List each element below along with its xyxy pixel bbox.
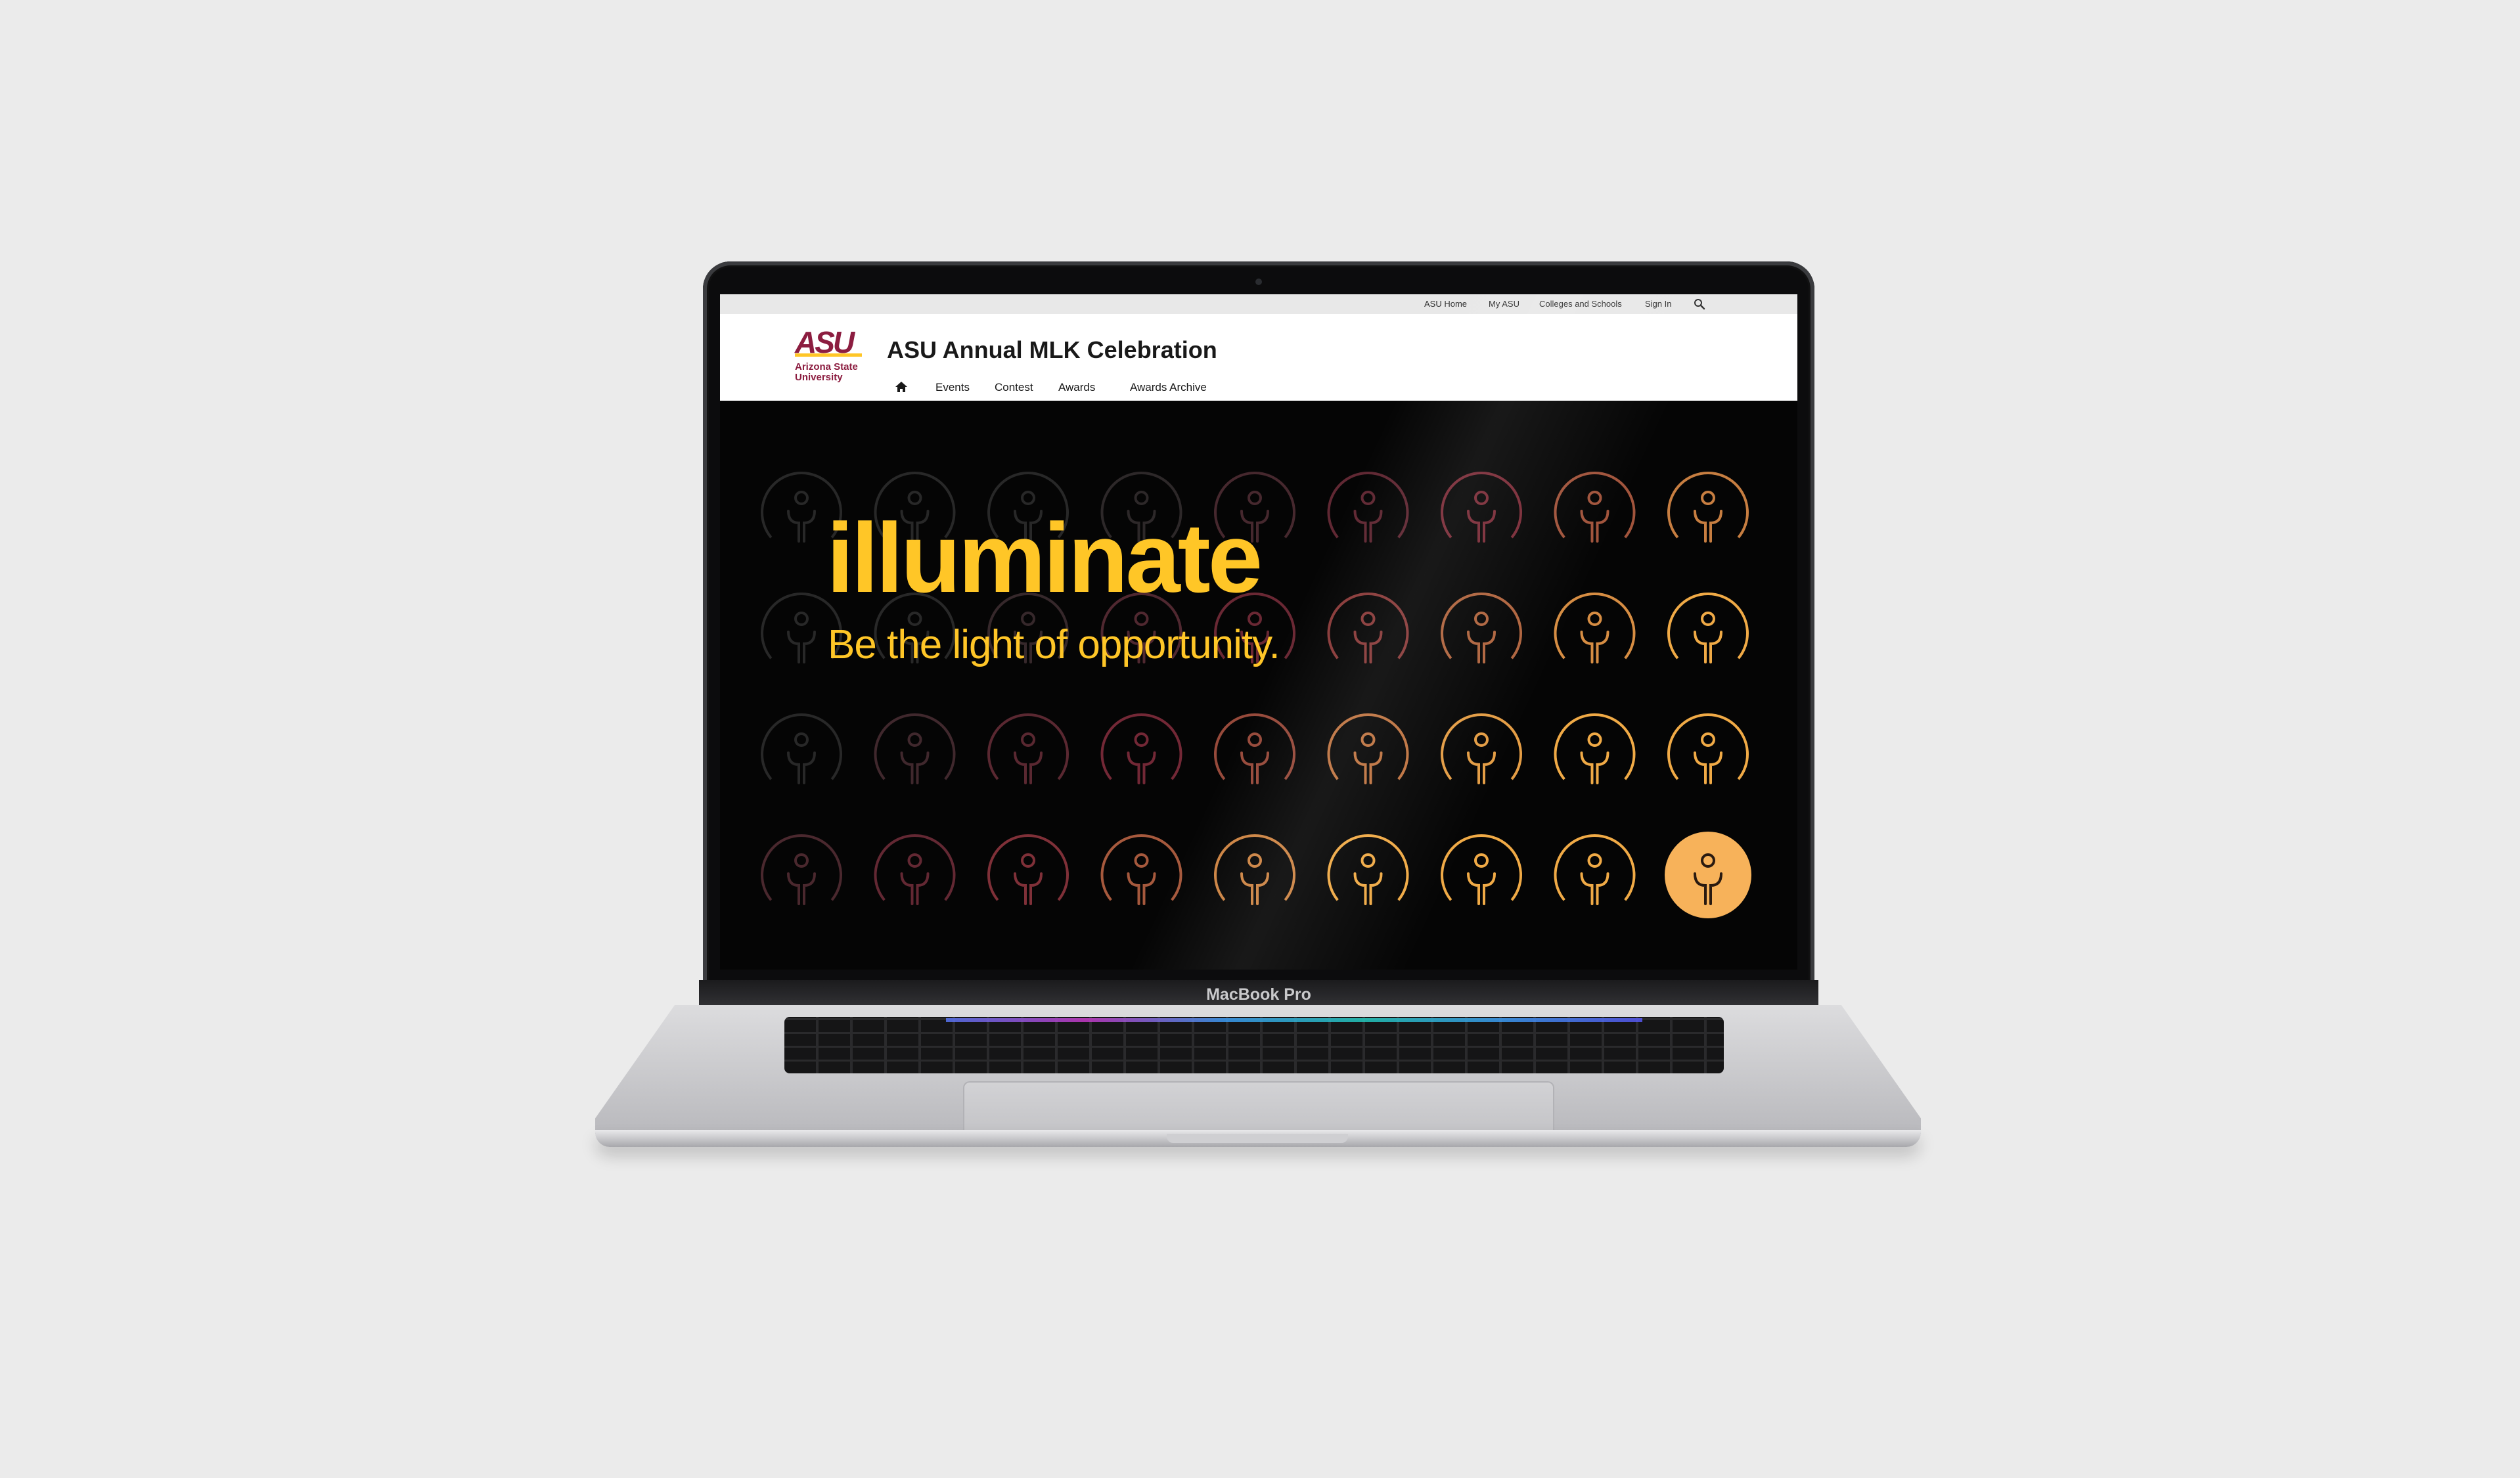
person-in-circle-icon [874, 834, 956, 905]
person-in-circle-icon [1214, 713, 1295, 784]
nav-item-contest[interactable]: Contest [995, 381, 1033, 394]
person-in-circle-icon [1667, 713, 1749, 784]
person-in-circle-icon [1327, 713, 1409, 784]
person-in-circle-icon [761, 713, 842, 784]
person-in-circle-icon [1100, 713, 1182, 784]
person-in-circle-icon [987, 713, 1069, 784]
person-in-circle-icon [1441, 713, 1522, 784]
camera-icon [1255, 279, 1262, 285]
nav-item-awards[interactable]: Awards [1058, 381, 1095, 394]
person-in-circle-icon [1667, 472, 1749, 543]
utility-link-asu-home[interactable]: ASU Home [1424, 299, 1467, 309]
hero-subtitle: Be the light of opportunity. [828, 622, 1280, 667]
asu-logo-wordmark-line2: University [795, 372, 843, 383]
hero-banner: illuminate Be the light of opportunity. [720, 401, 1797, 970]
person-in-circle-icon [1214, 834, 1295, 905]
person-in-circle-icon [1327, 593, 1409, 663]
hero-title: illuminate [826, 503, 1263, 613]
person-in-circle-icon [1327, 472, 1409, 543]
browser-screen: ASU Home My ASU Colleges and Schools Sig… [720, 294, 1797, 970]
lid-open-notch [1167, 1134, 1348, 1143]
site-title[interactable]: ASU Annual MLK Celebration [887, 336, 1217, 364]
keyboard [784, 1017, 1724, 1073]
search-icon[interactable] [1694, 298, 1705, 310]
home-icon[interactable] [894, 380, 909, 394]
touch-bar [946, 1018, 1642, 1022]
nav-item-events[interactable]: Events [935, 381, 970, 394]
person-in-circle-icon [761, 834, 842, 905]
person-in-circle-icon [1554, 713, 1636, 784]
asu-logo-wordmark-line1: Arizona State [795, 361, 858, 372]
person-in-circle-icon [1441, 593, 1522, 663]
trackpad [963, 1081, 1554, 1132]
utility-link-sign-in[interactable]: Sign In [1645, 299, 1671, 309]
person-in-circle-icon [1441, 472, 1522, 543]
person-in-circle-icon [1327, 834, 1409, 905]
nav-item-awards-archive[interactable]: Awards Archive [1130, 381, 1207, 394]
hero-icon-pattern [761, 472, 1751, 918]
person-in-circle-icon [1100, 834, 1182, 905]
utility-bar: ASU Home My ASU Colleges and Schools Sig… [720, 294, 1797, 314]
person-in-circle-icon [874, 713, 956, 784]
person-in-circle-icon [1667, 593, 1749, 663]
asu-logo[interactable]: ASU Arizona State University [795, 327, 874, 388]
person-in-circle-icon [1554, 472, 1636, 543]
person-in-filled-circle-icon [1665, 832, 1751, 918]
utility-link-colleges-and-schools[interactable]: Colleges and Schools [1539, 299, 1622, 309]
person-in-circle-icon [1554, 834, 1636, 905]
device-brand-label: MacBook Pro [1206, 985, 1311, 1004]
site-header: ASU Arizona State University ASU Annual … [720, 314, 1797, 420]
utility-link-my-asu[interactable]: My ASU [1489, 299, 1519, 309]
person-in-circle-icon [987, 834, 1069, 905]
person-in-circle-icon [1554, 593, 1636, 663]
person-in-circle-icon [1441, 834, 1522, 905]
asu-logo-gold-bar [795, 353, 862, 357]
